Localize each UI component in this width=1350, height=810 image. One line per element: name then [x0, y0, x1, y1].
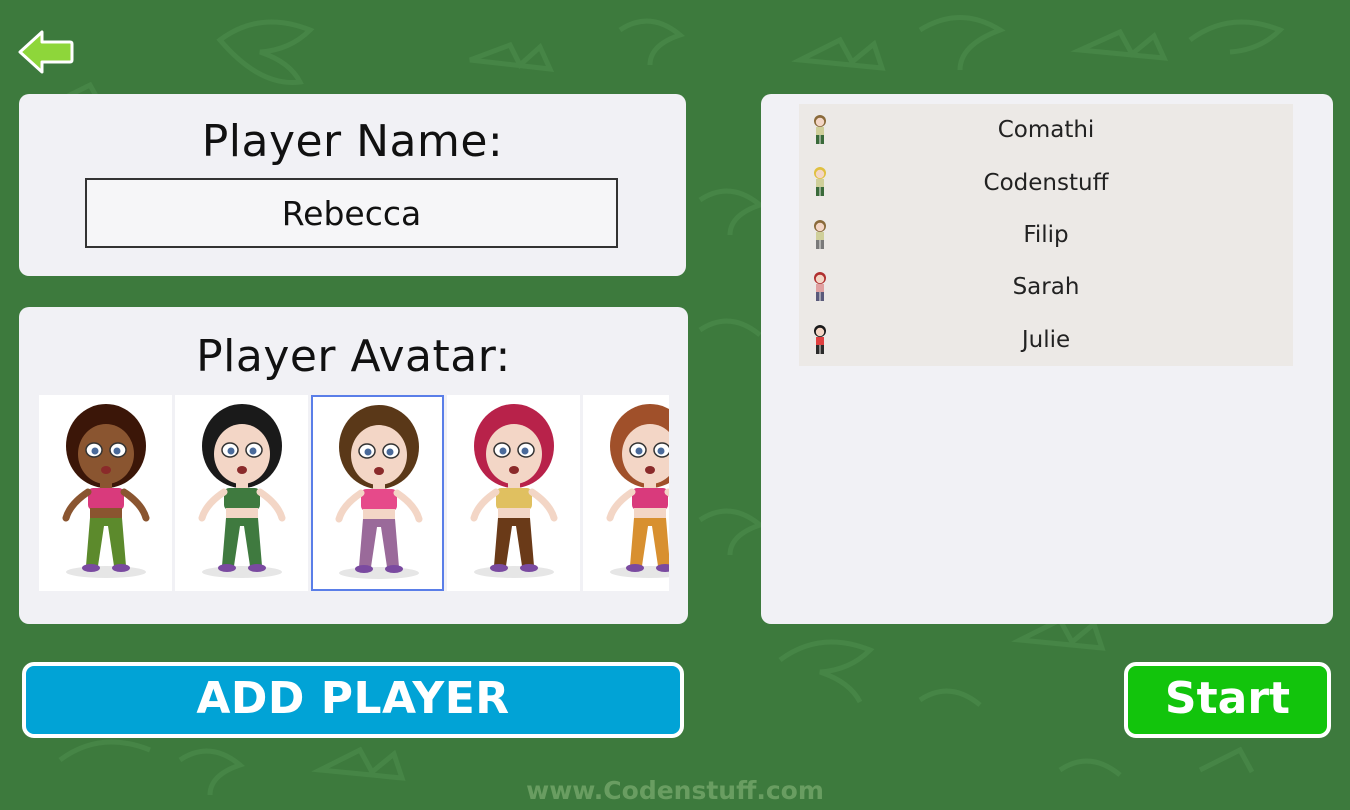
player-list-item[interactable]: Sarah	[799, 261, 1293, 313]
avatar-character-icon	[198, 404, 286, 578]
player-name-input[interactable]	[85, 178, 618, 248]
player-list-item[interactable]: Comathi	[799, 104, 1293, 156]
player-list-panel: Comathi Codenstuff Filip Sarah Julie	[761, 94, 1333, 624]
back-arrow-icon	[18, 30, 74, 74]
avatar-red-headband[interactable]	[447, 395, 580, 591]
player-name-label: Sarah	[1012, 274, 1080, 301]
player-avatar-panel: Player Avatar:	[19, 307, 688, 624]
avatar-bun-hair[interactable]	[583, 395, 669, 591]
player-list: Comathi Codenstuff Filip Sarah Julie	[799, 104, 1293, 366]
player-avatar-icon	[814, 219, 826, 249]
avatar-black-bob[interactable]	[175, 395, 308, 591]
avatar-character-icon	[62, 404, 150, 578]
player-avatar-icon	[814, 272, 826, 302]
add-player-button[interactable]: ADD PLAYER	[22, 662, 684, 738]
player-name-title: Player Name:	[201, 116, 504, 167]
player-avatar-icon	[814, 324, 826, 354]
player-list-item[interactable]: Julie	[799, 314, 1293, 366]
player-avatar-title: Player Avatar:	[196, 331, 511, 382]
player-list-item[interactable]: Filip	[799, 209, 1293, 261]
player-avatar-icon	[814, 115, 826, 144]
player-name-label: Codenstuff	[983, 169, 1109, 196]
avatar-long-brown[interactable]	[311, 395, 444, 591]
avatar-character-icon	[606, 404, 669, 578]
avatar-curly-hair[interactable]	[39, 395, 172, 591]
footer-url: www.Codenstuff.com	[526, 776, 824, 805]
player-list-item[interactable]: Codenstuff	[799, 156, 1293, 208]
player-name-label: Filip	[1023, 221, 1069, 248]
back-button[interactable]	[16, 28, 76, 78]
start-button[interactable]: Start	[1124, 662, 1331, 738]
player-name-panel: Player Name:	[19, 94, 686, 276]
avatar-character-icon	[335, 405, 423, 579]
player-name-label: Julie	[1021, 326, 1071, 353]
avatar-strip[interactable]	[39, 395, 669, 591]
avatar-character-icon	[470, 404, 558, 578]
player-name-label: Comathi	[997, 117, 1095, 144]
player-avatar-icon	[814, 167, 826, 197]
